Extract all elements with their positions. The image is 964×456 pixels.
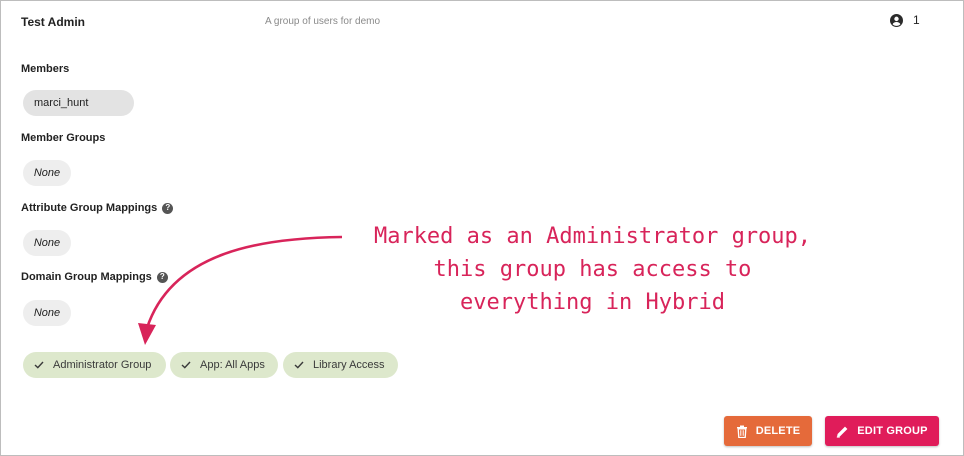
permission-label: Library Access: [313, 359, 385, 371]
edit-group-button-label: EDIT GROUP: [857, 425, 928, 437]
domain-mappings-label: Domain Group Mappings ?: [21, 271, 168, 283]
group-description: A group of users for demo: [265, 16, 381, 27]
delete-button[interactable]: DELETE: [724, 416, 812, 446]
check-icon: [34, 361, 44, 369]
check-icon: [294, 361, 304, 369]
attribute-mappings-label-text: Attribute Group Mappings: [21, 202, 158, 214]
pencil-icon: [836, 425, 849, 438]
member-groups-label-text: Member Groups: [21, 132, 106, 144]
annotation-line: Marked as an Administrator group,: [373, 224, 812, 249]
domain-mappings-label-text: Domain Group Mappings: [21, 271, 152, 283]
attribute-mappings-none: None: [23, 230, 71, 256]
domain-mappings-none: None: [23, 300, 71, 326]
delete-button-label: DELETE: [755, 425, 801, 437]
edit-group-button[interactable]: EDIT GROUP: [825, 416, 939, 446]
permission-chip-apps[interactable]: App: All Apps: [170, 352, 278, 378]
members-label: Members: [21, 63, 69, 75]
member-groups-label: Member Groups: [21, 132, 105, 144]
member-chip[interactable]: marci_hunt: [23, 90, 134, 116]
help-icon[interactable]: ?: [162, 202, 174, 214]
annotation-line: everything in Hybrid: [460, 290, 725, 315]
member-count-value: 1: [913, 13, 920, 27]
members-label-text: Members: [21, 63, 70, 75]
permission-label: App: All Apps: [200, 359, 265, 371]
check-icon: [181, 361, 191, 369]
user-circle-icon: [890, 13, 903, 27]
group-name: Test Admin: [21, 15, 86, 29]
member-count: 1: [890, 13, 920, 27]
annotation-line: this group has access to: [433, 257, 752, 282]
permission-label: Administrator Group: [53, 359, 152, 371]
annotation-callout: Marked as an Administrator group, this g…: [340, 220, 845, 319]
member-groups-none: None: [23, 160, 71, 186]
attribute-mappings-label: Attribute Group Mappings ?: [21, 202, 174, 214]
trash-icon: [736, 425, 748, 438]
permission-chip-library[interactable]: Library Access: [283, 352, 398, 378]
help-icon[interactable]: ?: [156, 271, 168, 283]
permission-chip-administrator[interactable]: Administrator Group: [23, 352, 166, 378]
